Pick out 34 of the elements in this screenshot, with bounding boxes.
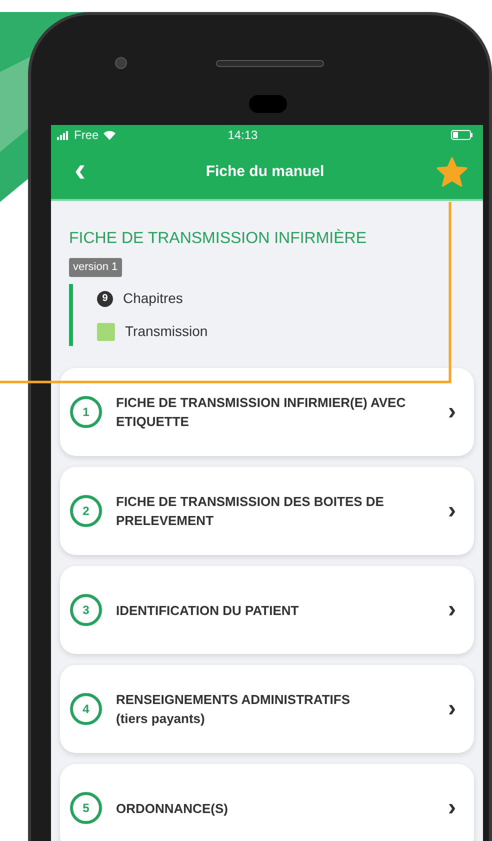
chapter-title: FICHE DE TRANSMISSION INFIRMIER(E) AVEC ETIQUETTE	[116, 394, 407, 431]
chapter-title: RENSEIGNEMENTS ADMINISTRATIFS	[116, 691, 352, 709]
chapter-card[interactable]: 2 FICHE DE TRANSMISSION DES BOITES DE PRELEVEMENT ›	[60, 467, 474, 555]
chapter-number: 3	[70, 594, 102, 626]
chapter-number: 4	[70, 693, 102, 725]
chapter-number: 1	[70, 396, 102, 428]
screen-title: Fiche du manuel	[204, 162, 326, 182]
chapter-card[interactable]: 3 IDENTIFICATION DU PATIENT ›	[60, 566, 474, 654]
wifi-icon	[102, 130, 116, 140]
carrier-name: Free	[74, 127, 99, 144]
count-badge: 9	[97, 290, 113, 306]
chapter-card[interactable]: 1 FICHE DE TRANSMISSION INFIRMIER(E) AVEC ETIQUETTE ›	[60, 368, 474, 456]
chapter-number: 5	[70, 792, 102, 824]
chevron-icon: ›	[448, 394, 456, 430]
chapter-number: 2	[70, 495, 102, 527]
chevron-icon: ›	[448, 592, 456, 628]
chapter-card[interactable]: 5 ORDONNANCE(S) ›	[60, 764, 474, 841]
chapter-title: IDENTIFICATION DU PATIENT	[116, 602, 300, 620]
chapter-card[interactable]: 4 RENSEIGNEMENTS ADMINISTRATIFS (tiers payants) ›	[60, 665, 474, 753]
chapter-subtitle: (tiers payants)	[116, 710, 206, 728]
chapter-title: FICHE DE TRANSMISSION DES BOITES DE PRELEVEMENT	[116, 493, 385, 530]
chevron-icon: ›	[448, 691, 456, 727]
chapter-title: ORDONNANCE(S)	[116, 800, 229, 818]
stat-label: Chapitres	[123, 289, 183, 308]
manual-title: FICHE DE TRANSMISSION INFIRMIÈRE	[69, 228, 368, 249]
stat-label: Transmission	[125, 322, 208, 341]
camera-icon	[115, 57, 127, 69]
chevron-icon: ›	[448, 790, 456, 826]
version-tag: version 1	[69, 258, 122, 276]
battery-icon	[451, 130, 473, 140]
chevron-icon: ›	[448, 493, 456, 529]
signal-icon	[57, 130, 71, 140]
status-time: 14:13	[228, 127, 258, 144]
sensor-slot	[249, 95, 287, 113]
